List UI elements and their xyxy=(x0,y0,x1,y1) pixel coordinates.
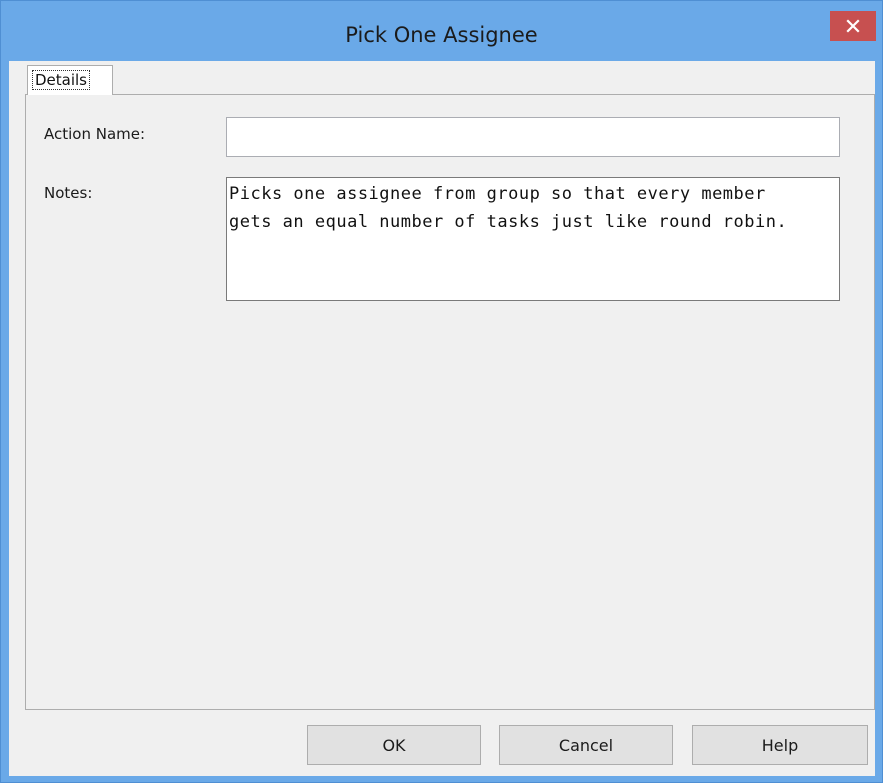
ok-button[interactable]: OK xyxy=(307,725,481,765)
dialog-window: Pick One Assignee Details Action Name: N… xyxy=(0,0,883,783)
details-panel: Action Name: Notes: Picks one assignee f… xyxy=(25,94,875,710)
notes-label: Notes: xyxy=(44,184,93,202)
button-bar: OK Cancel Help xyxy=(25,710,875,776)
help-button[interactable]: Help xyxy=(692,725,868,765)
tab-details[interactable]: Details xyxy=(27,65,113,95)
notes-field[interactable]: Picks one assignee from group so that ev… xyxy=(226,177,840,301)
action-name-field[interactable] xyxy=(226,117,840,157)
close-icon xyxy=(846,19,860,33)
dialog-client-area: Details Action Name: Notes: Picks one as… xyxy=(9,61,875,776)
window-title: Pick One Assignee xyxy=(345,23,538,47)
cancel-button[interactable]: Cancel xyxy=(499,725,673,765)
tab-details-label: Details xyxy=(31,70,91,90)
title-bar[interactable]: Pick One Assignee xyxy=(1,1,882,61)
close-button[interactable] xyxy=(830,11,876,41)
action-name-label: Action Name: xyxy=(44,125,146,143)
